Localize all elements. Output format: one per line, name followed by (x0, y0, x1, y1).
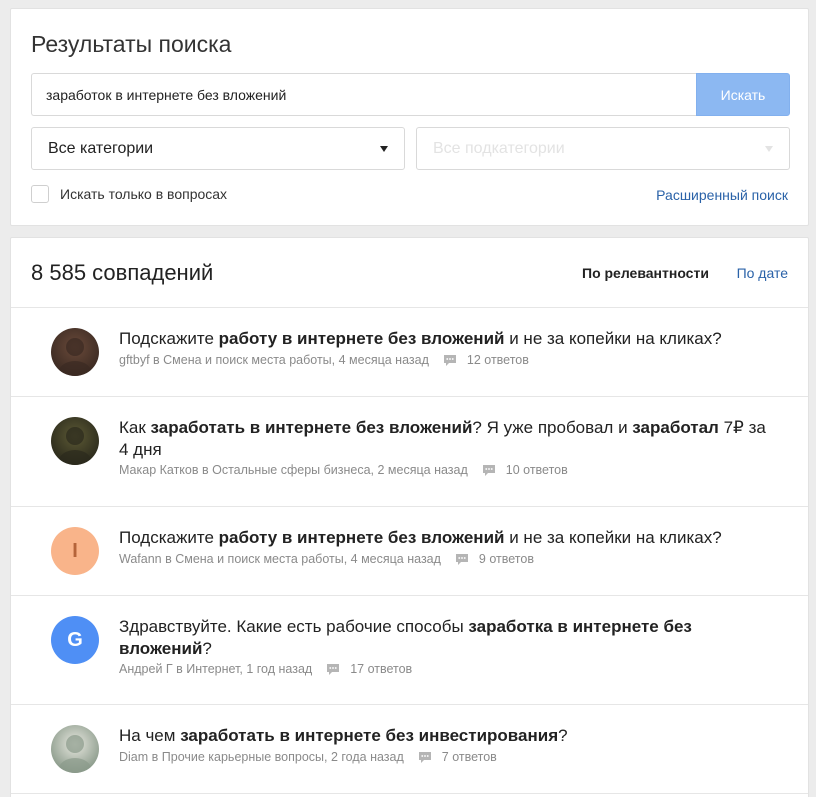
question-title[interactable]: Подскажите работу в интернете без вложен… (119, 527, 774, 549)
question-author-category: Wafann в Смена и поиск места работы, 4 м… (119, 552, 441, 566)
question-highlight: работу в интернете без вложений (218, 528, 505, 547)
result-item[interactable]: Подскажите работу в интернете без вложен… (11, 308, 808, 397)
question-title[interactable]: Здравствуйте. Какие есть рабочие способы… (119, 616, 774, 660)
answers-count: 17 ответов (350, 662, 413, 676)
avatar-letter: G (67, 628, 83, 651)
question-highlight: заработал (632, 418, 719, 437)
user-photo-icon (51, 725, 99, 773)
question-text: ? (202, 639, 212, 658)
caret-down-icon (765, 145, 773, 152)
question-title[interactable]: На чем заработать в интернете без инвест… (119, 725, 774, 747)
search-panel: Результаты поиска Искать Все категории В… (10, 8, 809, 226)
results-count: 8 585 совпадений (31, 260, 214, 285)
question-author-category: Андрей Г в Интернет, 1 год назад (119, 662, 313, 676)
subcategory-select-label: Все подкатегории (433, 139, 565, 157)
comment-icon (455, 553, 469, 566)
avatar[interactable]: I (51, 527, 99, 575)
question-text: и не за копейки на кликах? (504, 329, 722, 348)
questions-only-option[interactable]: Искать только в вопросах (31, 185, 227, 203)
comment-icon (326, 663, 340, 676)
answers-count: 9 ответов (478, 552, 534, 566)
question-text: Подскажите (119, 329, 219, 348)
avatar[interactable] (51, 328, 99, 376)
questions-only-label: Искать только в вопросах (60, 186, 228, 202)
question-highlight: заработать в интернете без инвестировани… (180, 726, 559, 745)
question-text: Как (119, 418, 151, 437)
question-highlight: заработать в интернете без вложений (150, 418, 473, 437)
result-item[interactable]: G Здравствуйте. Какие есть рабочие способ… (11, 596, 808, 705)
question-meta: Андрей Г в Интернет, 1 год назад 17 ответ… (119, 662, 412, 676)
avatar[interactable] (51, 725, 99, 773)
questions-only-checkbox[interactable] (31, 185, 49, 203)
subcategory-select[interactable]: Все подкатегории (416, 127, 790, 170)
user-photo-icon (51, 328, 99, 376)
avatar[interactable] (51, 417, 99, 465)
comment-icon (482, 464, 496, 477)
question-text: Здравствуйте. Какие есть рабочие способы (119, 617, 469, 636)
question-text: На чем (119, 726, 181, 745)
question-text: Подскажите (119, 528, 219, 547)
caret-down-icon (380, 145, 388, 152)
question-title[interactable]: Подскажите работу в интернете без вложен… (119, 328, 774, 350)
question-text: ? Я уже пробовал и (472, 418, 633, 437)
question-text: ? (558, 726, 568, 745)
question-author-category: Diam в Прочие карьерные вопросы, 2 года … (119, 750, 404, 764)
answers-count: 10 ответов (505, 463, 568, 477)
result-item[interactable]: I Подскажите работу в интернете без вложе… (11, 507, 808, 596)
question-title[interactable]: Как заработать в интернете без вложений?… (119, 417, 774, 461)
search-bar: Искать (31, 73, 790, 116)
page-title: Результаты поиска (31, 31, 232, 57)
user-photo-icon (51, 417, 99, 465)
results-header: 8 585 совпадений По релевантности По дат… (11, 238, 808, 308)
question-author-category: gftbyf в Смена и поиск места работы, 4 м… (119, 353, 429, 367)
avatar[interactable]: G (51, 616, 99, 664)
question-meta: Wafann в Смена и поиск места работы, 4 м… (119, 552, 534, 566)
question-highlight: работу в интернете без вложений (218, 329, 505, 348)
category-select-label: Все категории (48, 139, 154, 157)
avatar-letter: I (72, 539, 78, 562)
search-input[interactable] (31, 73, 696, 116)
question-meta: Макар Катков в Остальные сферы бизнеса, … (119, 463, 568, 477)
question-author-category: Макар Катков в Остальные сферы бизнеса, … (119, 463, 468, 477)
search-button[interactable]: Искать (696, 73, 790, 116)
question-meta: gftbyf в Смена и поиск места работы, 4 м… (119, 353, 529, 367)
sort-by-date[interactable]: По дате (737, 265, 788, 281)
answers-count: 12 ответов (466, 353, 529, 367)
result-item[interactable]: На чем заработать в интернете без инвест… (11, 705, 808, 794)
results-panel: 8 585 совпадений По релевантности По дат… (10, 237, 809, 797)
comment-icon (443, 354, 457, 367)
comment-icon (418, 751, 432, 764)
sort-by-relevance[interactable]: По релевантности (582, 265, 709, 281)
question-meta: Diam в Прочие карьерные вопросы, 2 года … (119, 750, 497, 764)
result-item[interactable]: Как заработать в интернете без вложений?… (11, 397, 808, 507)
category-select[interactable]: Все категории (31, 127, 405, 170)
answers-count: 7 ответов (441, 750, 497, 764)
advanced-search-link[interactable]: Расширенный поиск (656, 187, 788, 203)
question-text: и не за копейки на кликах? (504, 528, 722, 547)
